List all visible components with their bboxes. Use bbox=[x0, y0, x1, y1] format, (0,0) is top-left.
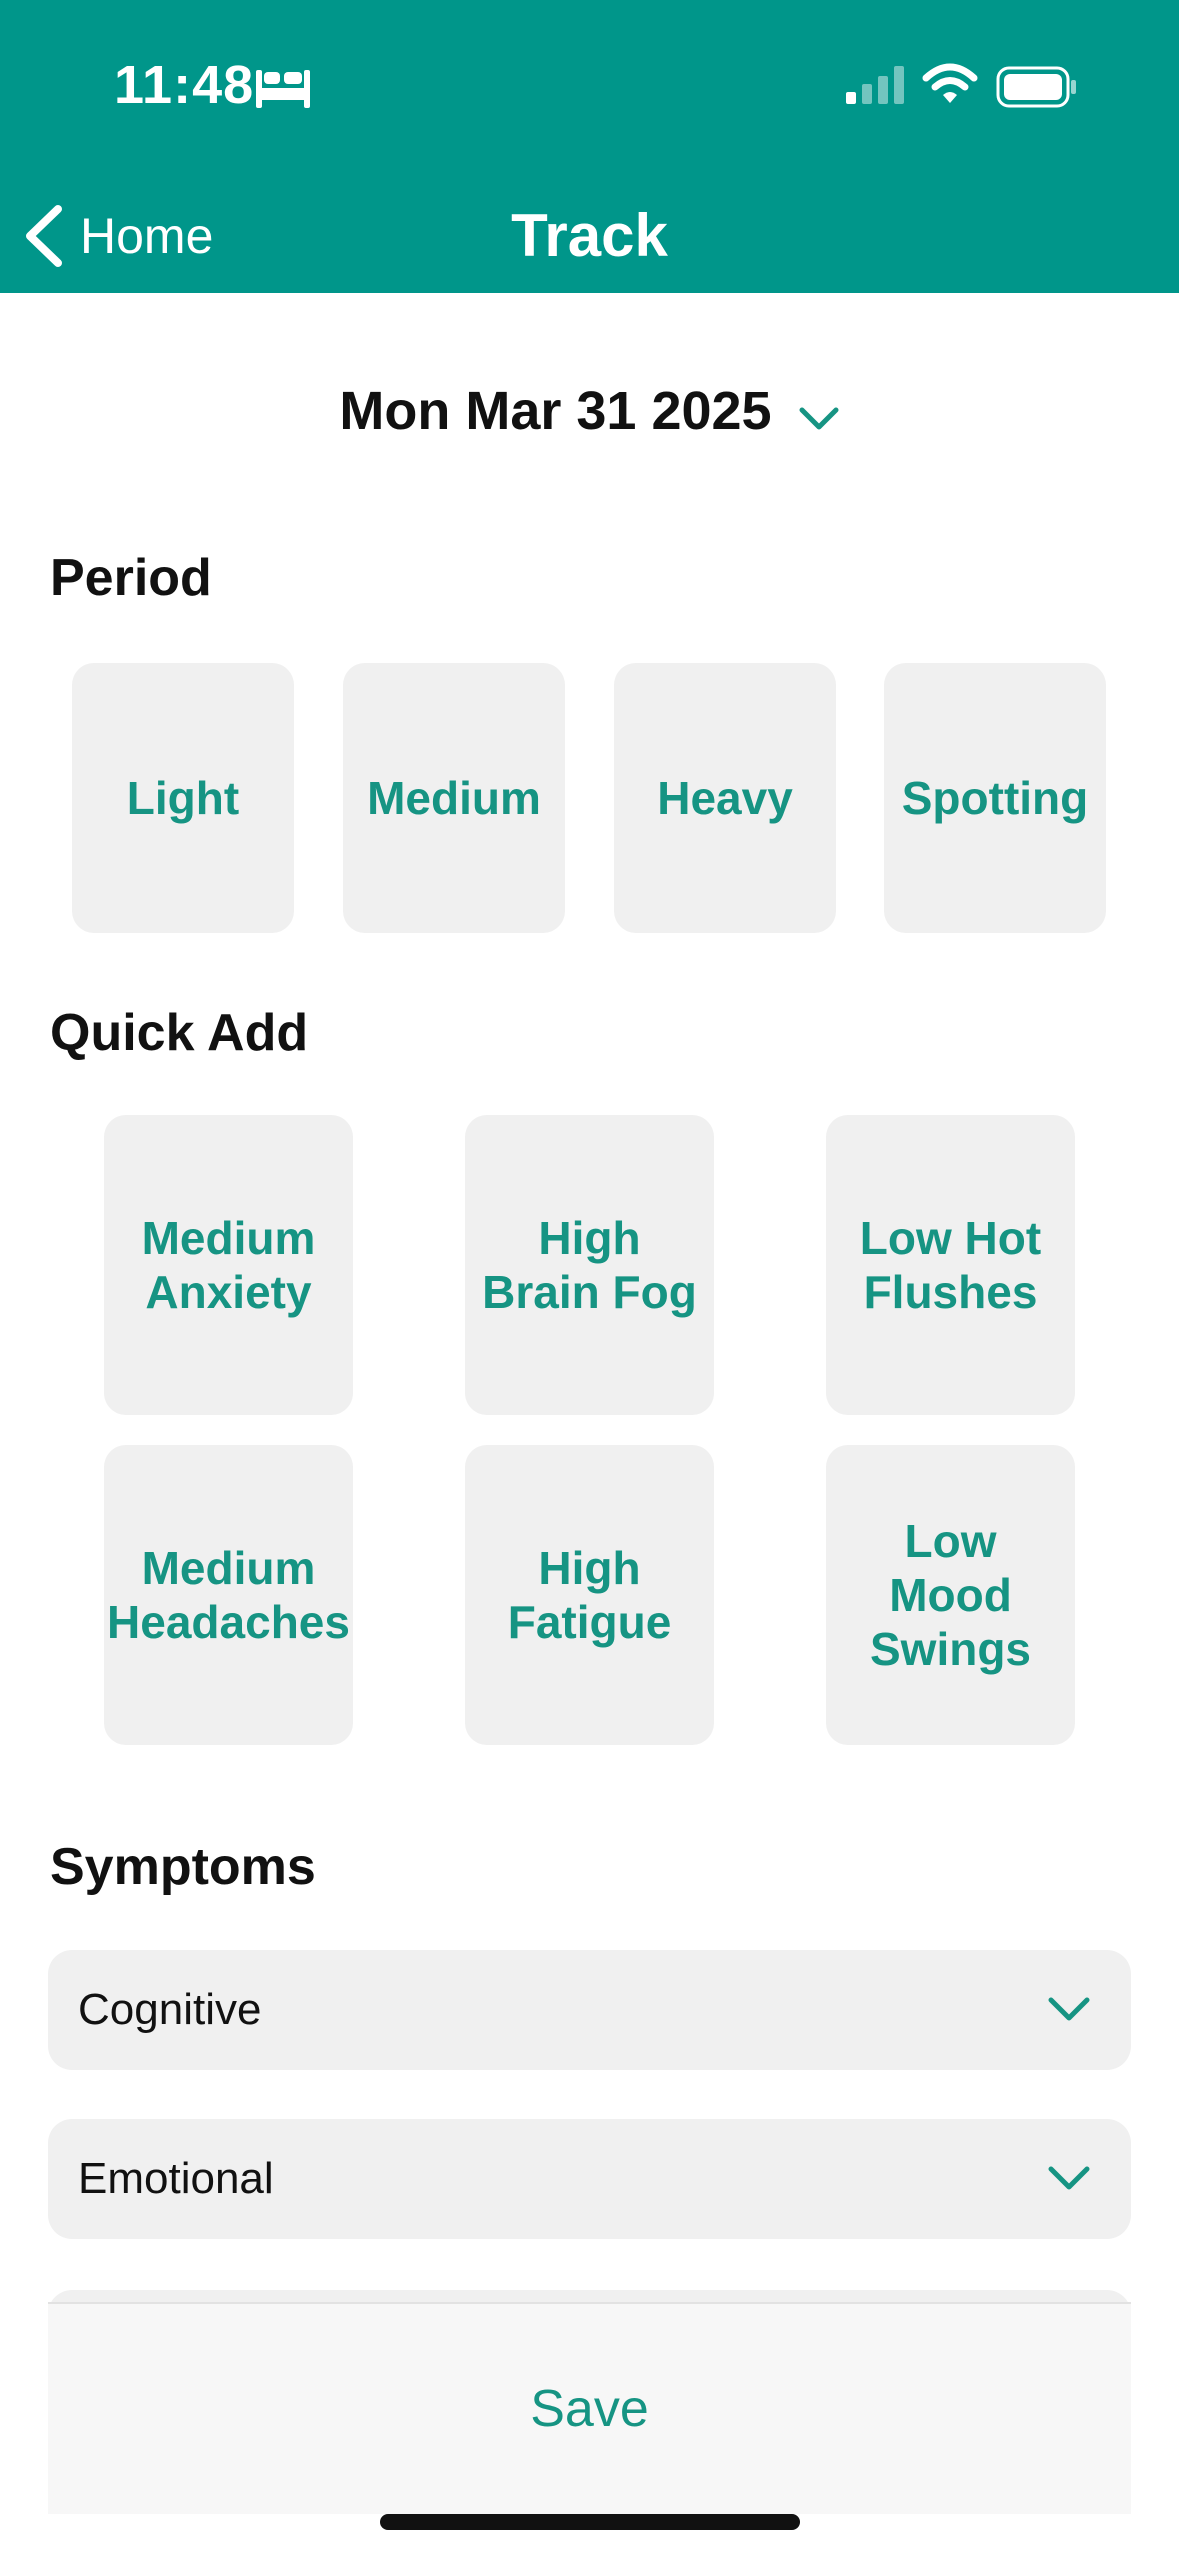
quick-add-low-hot-flushes[interactable]: Low Hot Flushes bbox=[826, 1115, 1075, 1415]
symptoms-section-title: Symptoms bbox=[50, 1838, 316, 1896]
home-indicator bbox=[380, 2514, 800, 2530]
signal-icon bbox=[846, 66, 904, 104]
save-label: Save bbox=[530, 2380, 649, 2438]
wifi-icon bbox=[922, 63, 978, 103]
accordion-label: Emotional bbox=[78, 2154, 274, 2203]
quick-add-medium-anxiety[interactable]: Medium Anxiety bbox=[104, 1115, 353, 1415]
quick-add-high-fatigue[interactable]: High Fatigue bbox=[465, 1445, 714, 1745]
chevron-down-icon bbox=[1048, 1997, 1090, 2021]
period-option-heavy[interactable]: Heavy bbox=[614, 663, 836, 933]
chevron-down-icon bbox=[799, 407, 839, 430]
battery-icon bbox=[996, 66, 1076, 108]
quick-add-low-mood-swings[interactable]: Low Mood Swings bbox=[826, 1445, 1075, 1745]
bed-icon bbox=[256, 70, 310, 108]
back-label: Home bbox=[80, 208, 214, 264]
date-label: Mon Mar 31 2025 bbox=[339, 381, 772, 441]
nav-header: 11:48 Home Track bbox=[0, 0, 1179, 293]
quick-add-section-title: Quick Add bbox=[50, 1004, 309, 1062]
symptom-category-cognitive[interactable]: Cognitive bbox=[48, 1950, 1131, 2070]
quick-add-high-brain-fog[interactable]: High Brain Fog bbox=[465, 1115, 714, 1415]
period-section-title: Period bbox=[50, 549, 212, 607]
date-selector[interactable]: Mon Mar 31 2025 bbox=[0, 380, 1179, 442]
period-option-light[interactable]: Light bbox=[72, 663, 294, 933]
status-time: 11:48 bbox=[114, 55, 255, 115]
save-button[interactable]: Save bbox=[48, 2302, 1131, 2514]
accordion-label: Cognitive bbox=[78, 1985, 262, 2034]
chevron-down-icon bbox=[1048, 2166, 1090, 2190]
period-option-spotting[interactable]: Spotting bbox=[884, 663, 1106, 933]
back-button[interactable]: Home bbox=[20, 196, 213, 276]
symptom-category-emotional[interactable]: Emotional bbox=[48, 2119, 1131, 2239]
quick-add-medium-headaches[interactable]: Medium Headaches bbox=[104, 1445, 353, 1745]
period-option-medium[interactable]: Medium bbox=[343, 663, 565, 933]
chevron-left-icon bbox=[26, 205, 62, 267]
